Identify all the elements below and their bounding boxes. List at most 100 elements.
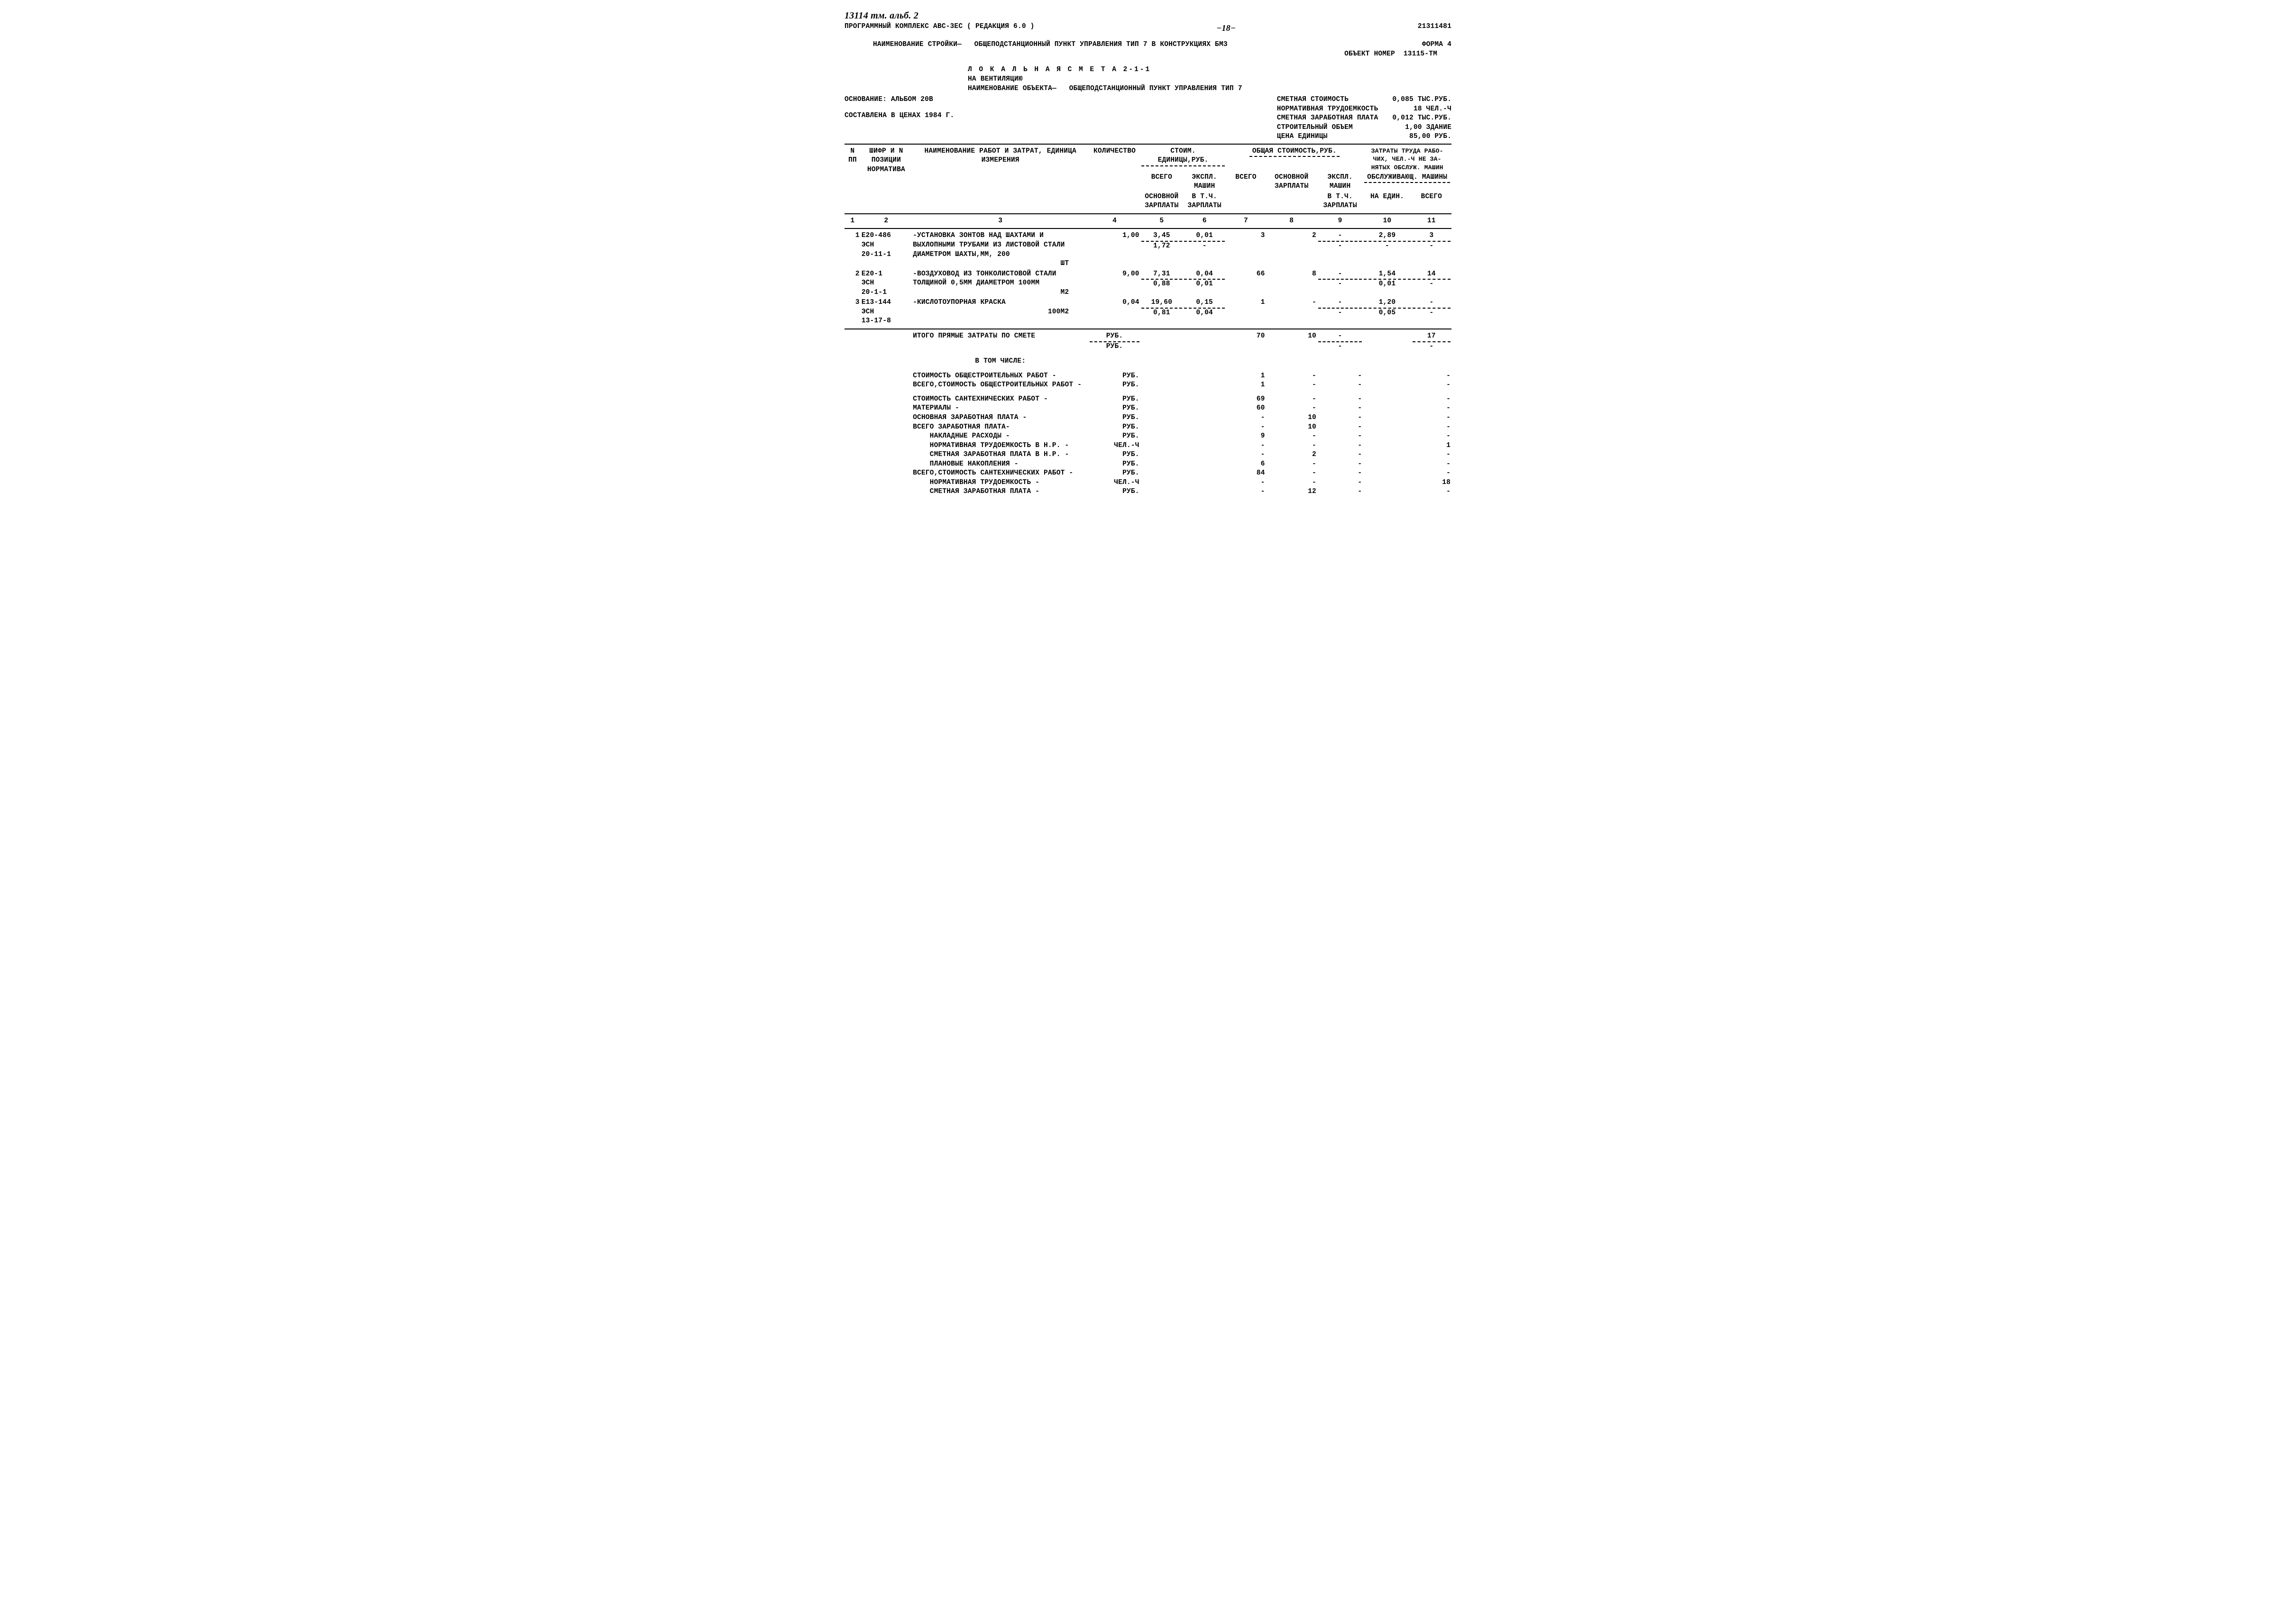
line-label: ВСЕГО ЗАРАБОТНАЯ ПЛАТА- [912,423,1089,432]
line-11: - [1412,404,1451,413]
row-9: -- [1317,298,1363,327]
summary-v5: 85,00 РУБ. [1392,132,1451,142]
line-label: НОРМАТИВНАЯ ТРУДОЕМКОСТЬ В Н.Р. - [912,441,1089,451]
line-9: - [1317,423,1363,432]
line-label: СТОИМОСТЬ ОБЩЕСТРОИТЕЛЬНЫХ РАБОТ - [912,372,1089,381]
line-8: - [1266,372,1317,381]
cn2: 2 [861,216,912,227]
object-num-value: 13115-ТМ [1404,50,1437,59]
summary-v1: 0,085 ТЫС.РУБ. [1392,95,1451,105]
line-11: - [1412,432,1451,441]
smeta-title: Л О К А Л Ь Н А Я С М Е Т А 2-1-1 [845,65,1451,75]
hdr-5b: ЭКСПЛ. МАШИН [1183,173,1226,192]
line-9: - [1317,372,1363,381]
hdr-name: НАИМЕНОВАНИЕ РАБОТ И ЗАТРАТ, ЕДИНИЦА ИЗМ… [912,146,1089,211]
total-direct-row: ИТОГО ПРЯМЫЕ ЗАТРАТЫ ПО СМЕТЕ РУБ.РУБ. 7… [845,331,1451,352]
line-11: - [1412,450,1451,460]
breakdown-row: СТОИМОСТЬ САНТЕХНИЧЕСКИХ РАБОТ -РУБ.69--… [845,395,1451,404]
cn5: 5 [1140,216,1183,227]
line-label: НОРМАТИВНАЯ ТРУДОЕМКОСТЬ - [912,478,1089,488]
hdr-labor: ЗАТРАТЫ ТРУДА РАБО-ЧИХ, ЧЕЛ.-Ч НЕ ЗА-НЯТ… [1363,146,1451,173]
line-unit: РУБ. [1089,381,1140,390]
row-shifr: Е20-486ЭСН20-11-1 [861,231,912,269]
line-9: - [1317,381,1363,390]
row-shifr: Е13-144ЭСН13-17-8 [861,298,912,327]
row-n: 2 [845,269,861,298]
line-8: 2 [1266,450,1317,460]
line-11: - [1412,469,1451,478]
row-qty: 0,04 [1089,298,1140,327]
line-label: СТОИМОСТЬ САНТЕХНИЧЕСКИХ РАБОТ - [912,395,1089,404]
row-shifr: Е20-1ЭСН20-1-1 [861,269,912,298]
breakdown-row: СТОИМОСТЬ ОБЩЕСТРОИТЕЛЬНЫХ РАБОТ -РУБ.1-… [845,372,1451,381]
line-8: - [1266,441,1317,451]
line-7: - [1226,487,1266,497]
breakdown-row: ОСНОВНАЯ ЗАРАБОТНАЯ ПЛАТА -РУБ.-10-- [845,413,1451,423]
row-11: 3- [1412,231,1451,269]
row-n: 3 [845,298,861,327]
line-label: СМЕТНАЯ ЗАРАБОТНАЯ ПЛАТА В Н.Р. - [912,450,1089,460]
line-9: - [1317,487,1363,497]
summary-l5: ЦЕНА ЕДИНИЦЫ [1277,132,1378,142]
line-7: 6 [1226,460,1266,469]
line-9: - [1317,478,1363,488]
object-num-label: ОБЪЕКТ НОМЕР [1344,50,1395,59]
line-11: 1 [1412,441,1451,451]
line-7: - [1226,423,1266,432]
line-unit: РУБ. [1089,469,1140,478]
line-11: - [1412,487,1451,497]
data-table: 1Е20-486ЭСН20-11-1-УСТАНОВКА ЗОНТОВ НАД … [845,231,1451,327]
line-7: - [1226,450,1266,460]
stroika-value: ОБЩЕПОДСТАНЦИОННЫЙ ПУНКТ УПРАВЛЕНИЯ ТИП … [974,41,1228,48]
col-numbers: 1 2 3 4 5 6 7 8 9 10 11 [845,216,1451,227]
object-name-label: НАИМЕНОВАНИЕ ОБЪЕКТА— [968,85,1056,92]
document-page: 13114 тм. альб. 2 ПРОГРАММНЫЙ КОМПЛЕКС А… [830,0,1466,525]
hdr-9b: В Т.Ч. ЗАРПЛАТЫ [1317,192,1363,211]
totals-table: ИТОГО ПРЯМЫЕ ЗАТРАТЫ ПО СМЕТЕ РУБ.РУБ. 7… [845,331,1451,372]
line-11: 18 [1412,478,1451,488]
cn7: 7 [1226,216,1266,227]
hdr-labor2: ОБСЛУЖИВАЮЩ. МАШИНЫ [1364,173,1450,183]
summary-l3: СМЕТНАЯ ЗАРАБОТНАЯ ПЛАТА [1277,114,1378,123]
summary-v4: 1,00 ЗДАНИЕ [1392,123,1451,133]
line-7: 9 [1226,432,1266,441]
line-7: - [1226,413,1266,423]
breakdown-row: НАКЛАДНЫЕ РАСХОДЫ -РУБ.9--- [845,432,1451,441]
row-umach: 0,150,04 [1183,298,1226,327]
row-8: 8 [1266,269,1317,298]
row-qty: 9,00 [1089,269,1140,298]
line-label: МАТЕРИАЛЫ - [912,404,1089,413]
row-umach: 0,040,01 [1183,269,1226,298]
hdr-5c: ОСНОВНОЙ ЗАРПЛАТЫ [1140,192,1183,211]
line-8: - [1266,460,1317,469]
summary-values: 0,085 ТЫС.РУБ. 18 ЧЕЛ.-Ч 0,012 ТЫС.РУБ. … [1392,95,1451,142]
cn6: 6 [1183,216,1226,227]
line-unit: РУБ. [1089,395,1140,404]
line-7: 60 [1226,404,1266,413]
line-8: - [1266,432,1317,441]
table-row: 2Е20-1ЭСН20-1-1-ВОЗДУХОВОД ИЗ ТОНКОЛИСТО… [845,269,1451,298]
breakdown-row: ПЛАНОВЫЕ НАКОПЛЕНИЯ -РУБ.6--- [845,460,1451,469]
row-name: -КИСЛОТОУПОРНАЯ КРАСКА100М2 [912,298,1089,327]
total-11a: 17 [1413,332,1451,342]
handwritten-note: 13114 тм. альб. 2 [845,9,1451,22]
cn3: 3 [912,216,1089,227]
row-10: 1,200,05 [1363,298,1411,327]
summary-labels: СМЕТНАЯ СТОИМОСТЬ НОРМАТИВНАЯ ТРУДОЕМКОС… [1277,95,1378,142]
row-10: 1,540,01 [1363,269,1411,298]
total-8: 10 [1266,331,1317,352]
total-unit2: РУБ. [1090,342,1139,352]
summary-v2: 18 ЧЕЛ.-Ч [1392,105,1451,114]
hdr-qty: КОЛИЧЕСТВО [1089,146,1140,211]
line-9: - [1317,413,1363,423]
line-unit: ЧЕЛ.-Ч [1089,478,1140,488]
row-7: 1 [1226,298,1266,327]
line-unit: ЧЕЛ.-Ч [1089,441,1140,451]
row-umach: 0,01- [1183,231,1226,269]
row-11: 14- [1412,269,1451,298]
row-7: 66 [1226,269,1266,298]
hdr-5a: ВСЕГО [1140,173,1183,192]
line-11: - [1412,460,1451,469]
line-7: 1 [1226,381,1266,390]
line-8: - [1266,469,1317,478]
